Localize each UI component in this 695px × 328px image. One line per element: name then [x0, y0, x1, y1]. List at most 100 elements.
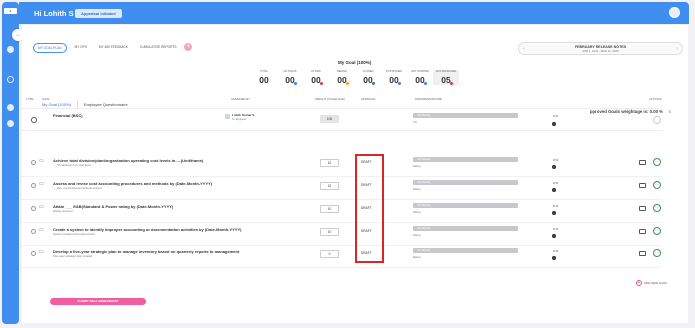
info-icon[interactable]: i — [552, 234, 556, 238]
goal-measure: Five-year strategic plan created — [53, 254, 93, 258]
header-progress: PROGRESS/SCORE — [415, 97, 442, 101]
tab-my-360-feedback[interactable]: MY 360 FEEDBACK — [95, 43, 132, 53]
chevron-left-icon[interactable]: ‹ — [523, 46, 525, 52]
percent: 0 % — [553, 227, 559, 231]
goal-summary-title: My Goal (100%) — [338, 60, 372, 65]
more-icon[interactable]: ⋯ — [653, 249, 661, 257]
rating-label: Rating — [413, 234, 421, 237]
weight-input[interactable]: 10 — [320, 159, 339, 167]
expand-icon[interactable] — [31, 117, 37, 123]
goal-measure: ..._*% variance from cost level — [53, 163, 91, 167]
info-icon[interactable] — [7, 104, 14, 111]
status-dot — [346, 82, 349, 85]
select-radio[interactable] — [31, 183, 36, 188]
header-assigned-by: ASSIGNED BY — [231, 97, 250, 101]
table-row[interactable]: ▭ Create a system to identify improper ac… — [22, 224, 662, 244]
progress-bar: Not Started — [413, 226, 518, 231]
progress-bar: Not Started — [413, 180, 518, 185]
table-row[interactable]: ▭ Achieve total division/plant/organizati… — [22, 155, 662, 175]
more-icon[interactable]: ⋯ — [653, 181, 661, 189]
weight-value: 100 — [320, 115, 339, 123]
stat-value: 00 — [311, 75, 321, 85]
weight-input[interactable]: 10 — [320, 182, 339, 190]
top-bar: Hi Lohith S Appraisal initiated — [19, 2, 689, 24]
rating-label: Rating — [413, 188, 421, 191]
edit-icon[interactable] — [639, 229, 646, 234]
stat-value: 00 — [259, 75, 269, 85]
stat-4[interactable]: CLOSED 00 — [355, 70, 381, 85]
stat-5[interactable]: POSTPONED 00 — [381, 70, 407, 85]
goal-measure: System created and implemented — [53, 232, 95, 236]
more-icon[interactable]: ⋯ — [653, 158, 661, 166]
stat-value: 00 — [337, 75, 347, 85]
select-radio[interactable] — [31, 160, 36, 165]
status-dot — [294, 82, 297, 85]
assignee-icon — [225, 114, 230, 119]
table-row[interactable]: ▭ Attain ___ E&B(Standard & Power rating … — [22, 201, 662, 221]
edit-icon[interactable] — [639, 206, 646, 211]
add-goal-label: ADD NEW GOAL — [644, 281, 668, 285]
chart-icon[interactable] — [7, 76, 14, 83]
stat-2[interactable]: AT RISK 00 — [303, 70, 329, 85]
weight-input[interactable]: 0 — [320, 250, 339, 258]
parent-goal-row[interactable]: Financial (BSC) Lohith Kumar S Sr. Engin… — [22, 108, 662, 131]
chevron-right-icon[interactable]: › — [676, 46, 678, 52]
info-icon[interactable]: i — [552, 211, 556, 215]
stat-1[interactable]: ON TRACK 00 — [277, 70, 303, 85]
goal-stats: TOTAL 00 ON TRACK 00 AT RISK 00 BEHIND 00 CLOSED… — [251, 70, 459, 85]
table-row[interactable]: ▭ Develop a five-year strategic plan to m… — [22, 246, 662, 266]
status-dot — [450, 82, 453, 85]
table-header: TYPE GOAL ASSIGNED BY WEIGHT (TOLER-NCE)… — [22, 97, 662, 103]
row-divider — [22, 267, 662, 268]
tab-my-ops[interactable]: MY OPS — [71, 43, 91, 53]
stat-0[interactable]: TOTAL 00 — [251, 70, 277, 85]
more-icon[interactable]: ⋯ — [653, 227, 661, 235]
edit-icon[interactable] — [639, 183, 646, 188]
edit-icon[interactable] — [639, 251, 646, 256]
select-radio[interactable] — [31, 251, 36, 256]
assignee-role: Sr. Engineer — [232, 118, 247, 121]
tab-cumulative-reports[interactable]: CUMULATIVE REPORTS — [136, 43, 181, 53]
tab-my-goal-plan[interactable]: MY GOAL PLAN — [33, 43, 67, 53]
row-divider — [22, 199, 662, 200]
goal-measure: ..._Rev. of procedures/methods revised — [53, 186, 102, 190]
percent: 0 % — [553, 158, 559, 162]
stat-7[interactable]: NOT APPROVED 05 — [433, 70, 459, 85]
rating-label: Rating — [413, 211, 421, 214]
avatar[interactable] — [669, 7, 680, 18]
percent: 0 % — [553, 204, 559, 208]
release-notes-banner[interactable]: ‹ FEBRUARY RELEASE NOTES APR 1, 2024 - M… — [518, 42, 683, 55]
weight-input[interactable]: 10 — [320, 228, 339, 236]
progress-bar: Not Started — [413, 248, 518, 253]
info-icon[interactable]: i — [552, 256, 556, 260]
info-icon[interactable]: i — [552, 165, 556, 169]
percent: 0 % — [553, 114, 559, 118]
left-rail: ■ — [2, 2, 19, 324]
row-divider — [22, 222, 662, 223]
more-icon[interactable]: ⋯ — [653, 116, 661, 124]
table-row[interactable]: ▭ Assess and revise cost accounting proce… — [22, 178, 662, 198]
header-actions: ACTIONS — [649, 97, 662, 101]
goal-type-icon: ▭ — [39, 204, 44, 210]
home-icon[interactable] — [7, 46, 14, 53]
add-tab-button[interactable]: + — [184, 43, 193, 51]
submit-self-assessment-button[interactable]: SUBMIT SELF ASSESSMENT — [50, 298, 146, 305]
filter-icon[interactable]: ≡ — [669, 109, 671, 114]
goal-title[interactable]: Financial (BSC) — [53, 113, 83, 118]
stat-value: 00 — [389, 75, 399, 85]
plus-icon: + — [636, 280, 642, 286]
stat-3[interactable]: BEHIND 00 — [329, 70, 355, 85]
info-icon[interactable]: i — [552, 122, 556, 126]
info-icon[interactable]: i — [552, 188, 556, 192]
select-radio[interactable] — [31, 229, 36, 234]
header-type: TYPE — [26, 97, 34, 101]
goal-type-icon: ▭ — [39, 249, 44, 255]
add-goal-button[interactable]: + ADD NEW GOAL — [636, 280, 667, 286]
more-icon[interactable]: ⋯ — [653, 204, 661, 212]
user-icon[interactable] — [7, 120, 14, 127]
weight-input[interactable]: 10 — [320, 205, 339, 213]
stat-value: 00 — [285, 75, 295, 85]
stat-6[interactable]: NOT STARTED 00 — [407, 70, 433, 85]
edit-icon[interactable] — [639, 160, 646, 165]
select-radio[interactable] — [31, 206, 36, 211]
